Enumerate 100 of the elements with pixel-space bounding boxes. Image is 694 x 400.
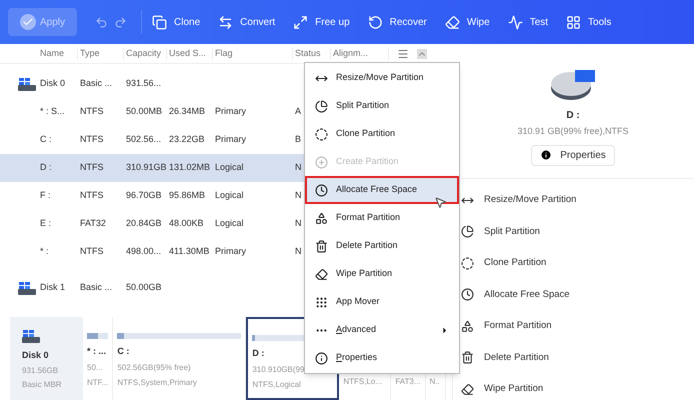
- table-cell: Basic ...: [80, 282, 112, 292]
- column-header[interactable]: Name: [38, 46, 78, 60]
- partition-info: 310.91 GB(99% free),NTFS: [517, 125, 629, 138]
- menu-item[interactable]: Delete Partition: [305, 232, 459, 260]
- table-cell: 23.22GB: [169, 134, 205, 144]
- table-cell: N: [295, 246, 302, 256]
- menu-item[interactable]: Allocate Free Space: [305, 176, 459, 204]
- action-item[interactable]: Delete Partition: [461, 342, 549, 374]
- table-cell: D :: [40, 162, 52, 172]
- circle-icon: [461, 256, 474, 270]
- table-cell: Disk 0: [40, 78, 66, 88]
- table-cell: * :: [40, 246, 49, 256]
- menu-item[interactable]: Clone Partition: [305, 120, 459, 148]
- eraser-icon: [461, 382, 474, 396]
- partition-info: FAT3...: [395, 376, 421, 388]
- toolbar-button[interactable]: Test: [500, 7, 556, 37]
- table-cell: NTFS: [80, 134, 104, 144]
- toolbar-button[interactable]: Free up: [285, 7, 358, 37]
- table-cell: NTFS: [80, 162, 104, 172]
- table-cell: 20.84GB: [126, 218, 162, 228]
- table-cell: FAT32: [80, 218, 106, 228]
- column-header[interactable]: Used S...: [167, 46, 213, 60]
- partition-block[interactable]: * : ... 50... NTF...: [83, 317, 114, 400]
- grid-icon: [315, 296, 328, 308]
- clock-icon: [461, 288, 474, 302]
- action-item[interactable]: Format Partition: [461, 310, 552, 342]
- partition-label: * : ...: [87, 345, 106, 358]
- table-cell: Primary: [215, 106, 246, 116]
- shapes-icon: [315, 212, 328, 224]
- partition-info: NTFS,Lo...: [343, 376, 382, 388]
- table-cell: NTFS: [80, 106, 104, 116]
- pie-icon: [315, 100, 328, 112]
- table-cell: 411.30MB: [169, 246, 210, 256]
- mouse-cursor-icon: [434, 196, 447, 209]
- scroll-up-icon[interactable]: [417, 48, 427, 58]
- column-header[interactable]: Alignm...: [331, 46, 389, 60]
- toolbar-button[interactable]: Wipe: [436, 7, 498, 37]
- partition-size: 502.56GB(95% free): [117, 362, 191, 374]
- disk-icon: [18, 281, 36, 295]
- menu-item[interactable]: Split Partition: [305, 92, 459, 120]
- disk-type: Basic MBR: [22, 378, 62, 390]
- menu-item[interactable]: Resize/Move Partition: [305, 64, 459, 92]
- column-header[interactable]: Flag: [213, 46, 293, 60]
- table-cell: 931.56...: [126, 78, 162, 88]
- disk-name: Disk 0: [22, 349, 49, 362]
- partition-info: N..: [430, 376, 440, 388]
- table-cell: 498.00...: [126, 246, 162, 256]
- table-cell: 48.00KB: [169, 218, 204, 228]
- trash-icon: [461, 351, 474, 364]
- toolbar-button[interactable]: Recover: [360, 7, 435, 37]
- table-cell: NTFS: [80, 246, 104, 256]
- table-cell: 131.02MB: [169, 162, 210, 172]
- plus-circle-icon: [315, 156, 328, 168]
- toolbar-button[interactable]: Convert: [210, 7, 284, 37]
- disk-size: 931.56GB: [22, 364, 58, 376]
- partition-size: 310.910GB(99: [252, 364, 304, 376]
- table-cell: 95.86MB: [169, 190, 206, 200]
- disk-icon: [18, 77, 36, 91]
- menu-item[interactable]: Wipe Partition: [305, 260, 459, 288]
- table-cell: 50.00MB: [126, 106, 162, 116]
- toolbar-button[interactable]: Clone: [144, 7, 208, 37]
- table-cell: F :: [40, 190, 50, 200]
- action-item[interactable]: Wipe Partition: [461, 374, 544, 400]
- restore-icon: [368, 14, 383, 30]
- undo-icon[interactable]: [95, 16, 108, 28]
- table-cell: A: [295, 106, 302, 116]
- menu-item[interactable]: Format Partition: [305, 204, 459, 232]
- partition-info: NTF...: [87, 376, 108, 388]
- disk-card[interactable]: Disk 0 931.56GB Basic MBR: [10, 317, 83, 400]
- column-header[interactable]: Capacity: [124, 46, 167, 60]
- copy-icon: [152, 14, 168, 30]
- pie-icon: [461, 225, 474, 238]
- columns-icon[interactable]: [397, 48, 409, 60]
- info-icon: [540, 149, 552, 161]
- arrows-icon: [218, 14, 234, 30]
- partition-block[interactable]: C : 502.56GB(95% free) NTFS,System,Primary: [113, 317, 246, 400]
- table-cell: C :: [40, 134, 52, 144]
- column-header[interactable]: Status: [293, 46, 331, 60]
- table-cell: Primary: [215, 246, 246, 256]
- action-item[interactable]: Allocate Free Space: [461, 279, 570, 310]
- table-cell: N: [295, 162, 302, 172]
- disk-icon: [22, 329, 40, 343]
- action-item[interactable]: Clone Partition: [461, 248, 546, 279]
- table-cell: 310.91GB: [126, 162, 167, 172]
- action-item[interactable]: Split Partition: [461, 216, 540, 248]
- expand-icon: [293, 14, 308, 30]
- table-cell: N: [295, 218, 302, 228]
- column-header[interactable]: Type: [78, 46, 124, 60]
- circle-icon: [315, 128, 328, 140]
- pulse-icon: [508, 14, 523, 30]
- partition-label: D :: [252, 347, 264, 360]
- properties-button[interactable]: Properties: [531, 144, 615, 166]
- toolbar-button[interactable]: Tools: [558, 7, 620, 37]
- table-cell: 502.56...: [126, 134, 162, 144]
- menu-item[interactable]: App Mover: [305, 288, 459, 316]
- redo-icon[interactable]: [114, 16, 128, 28]
- action-item[interactable]: Resize/Move Partition: [461, 184, 576, 216]
- info-icon: [315, 352, 328, 364]
- table-cell: * : S...: [40, 106, 65, 116]
- table-cell: Logical: [215, 190, 244, 200]
